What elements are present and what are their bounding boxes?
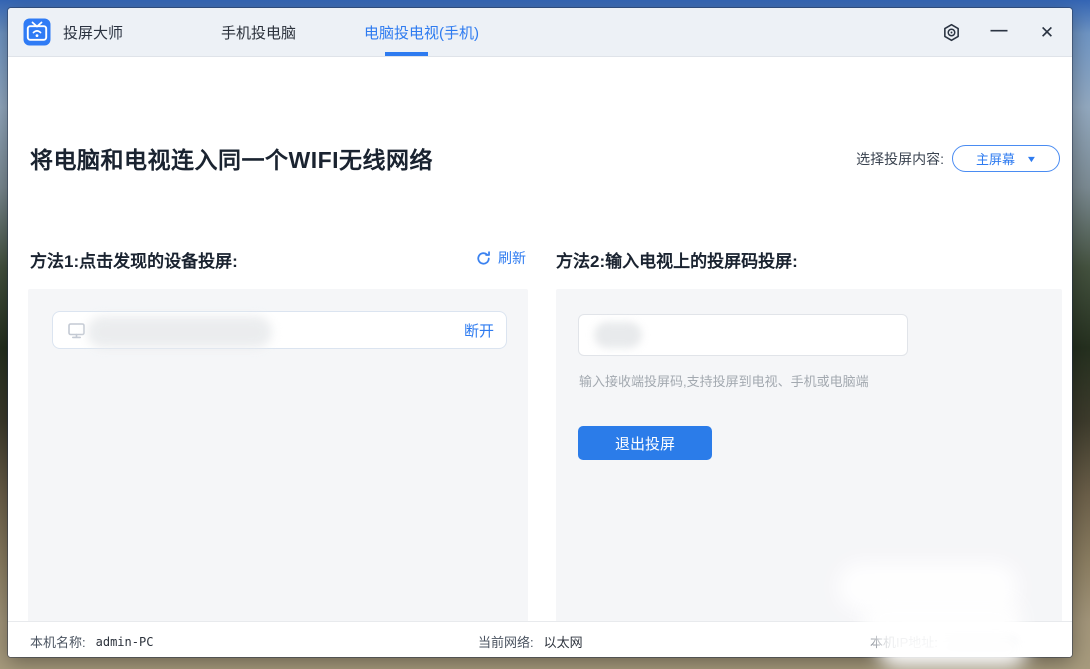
close-button[interactable]: ✕ xyxy=(1036,22,1058,44)
desktop: { "app": { "title": "投屏大师" }, "titlebar"… xyxy=(0,0,1090,669)
method2-title: 方法2:输入电视上的投屏码投屏: xyxy=(556,252,798,271)
cast-code-hint: 输入接收端投屏码,支持投屏到电视、手机或电脑端 xyxy=(579,374,869,389)
refresh-button[interactable]: 刷新 xyxy=(476,248,526,268)
network-value: 以太网 xyxy=(543,635,583,650)
monitor-icon xyxy=(68,322,85,338)
capture-select-label: 选择投屏内容: xyxy=(856,150,944,167)
refresh-icon xyxy=(477,250,490,265)
capture-source-value: 主屏幕 xyxy=(976,152,1016,167)
host-name-value: admin-PC xyxy=(95,634,154,649)
network-group: 当前网络: 以太网 xyxy=(478,632,583,651)
app-title: 投屏大师 xyxy=(63,24,124,42)
exit-cast-button[interactable]: 退出投屏 xyxy=(578,426,712,460)
page-title: 将电脑和电视连入同一个WIFI无线网络 xyxy=(30,147,434,173)
ip-value-redacted xyxy=(945,633,1018,650)
method1-title: 方法1:点击发现的设备投屏: xyxy=(30,252,238,271)
network-label: 当前网络: xyxy=(478,635,534,650)
window-controls: — ✕ xyxy=(940,8,1058,57)
active-tab-underline xyxy=(385,52,428,56)
titlebar: 投屏大师 手机投电脑 电脑投电视(手机) — ✕ xyxy=(8,8,1072,57)
app-window: 投屏大师 手机投电脑 电脑投电视(手机) — ✕ 将电脑和电视连入同一个WIFI… xyxy=(8,8,1072,657)
app-logo-icon xyxy=(23,18,51,46)
device-list-panel: 断开 xyxy=(28,289,528,657)
host-name-group: 本机名称: admin-PC xyxy=(30,632,153,651)
host-name-label: 本机名称: xyxy=(30,635,86,650)
minimize-button[interactable]: — xyxy=(988,21,1010,44)
gear-icon xyxy=(943,23,959,42)
disconnect-link[interactable]: 断开 xyxy=(464,320,494,341)
device-name-redacted xyxy=(87,316,272,348)
refresh-label: 刷新 xyxy=(498,250,526,266)
ip-group: 本机IP地址: xyxy=(870,632,1018,651)
tab-bar: 手机投电脑 电脑投电视(手机) xyxy=(221,8,479,56)
ip-label: 本机IP地址: xyxy=(870,635,938,650)
chevron-down-icon: ▼ xyxy=(1025,153,1038,164)
main-content: 将电脑和电视连入同一个WIFI无线网络 选择投屏内容: 主屏幕 ▼ 方法1:点击… xyxy=(8,57,1072,657)
device-row[interactable]: 断开 xyxy=(52,311,507,349)
statusbar: 本机名称: admin-PC 当前网络: 以太网 本机IP地址: xyxy=(8,621,1072,657)
cast-code-panel: 输入接收端投屏码,支持投屏到电视、手机或电脑端 退出投屏 xyxy=(556,289,1062,657)
tab-pc-to-tv[interactable]: 电脑投电视(手机) xyxy=(364,22,479,43)
capture-select-group: 选择投屏内容: 主屏幕 ▼ xyxy=(856,145,1060,172)
settings-button[interactable] xyxy=(940,22,962,44)
tab-phone-to-pc[interactable]: 手机投电脑 xyxy=(221,22,296,43)
cast-code-redacted xyxy=(594,322,642,348)
capture-source-dropdown[interactable]: 主屏幕 ▼ xyxy=(952,145,1060,172)
